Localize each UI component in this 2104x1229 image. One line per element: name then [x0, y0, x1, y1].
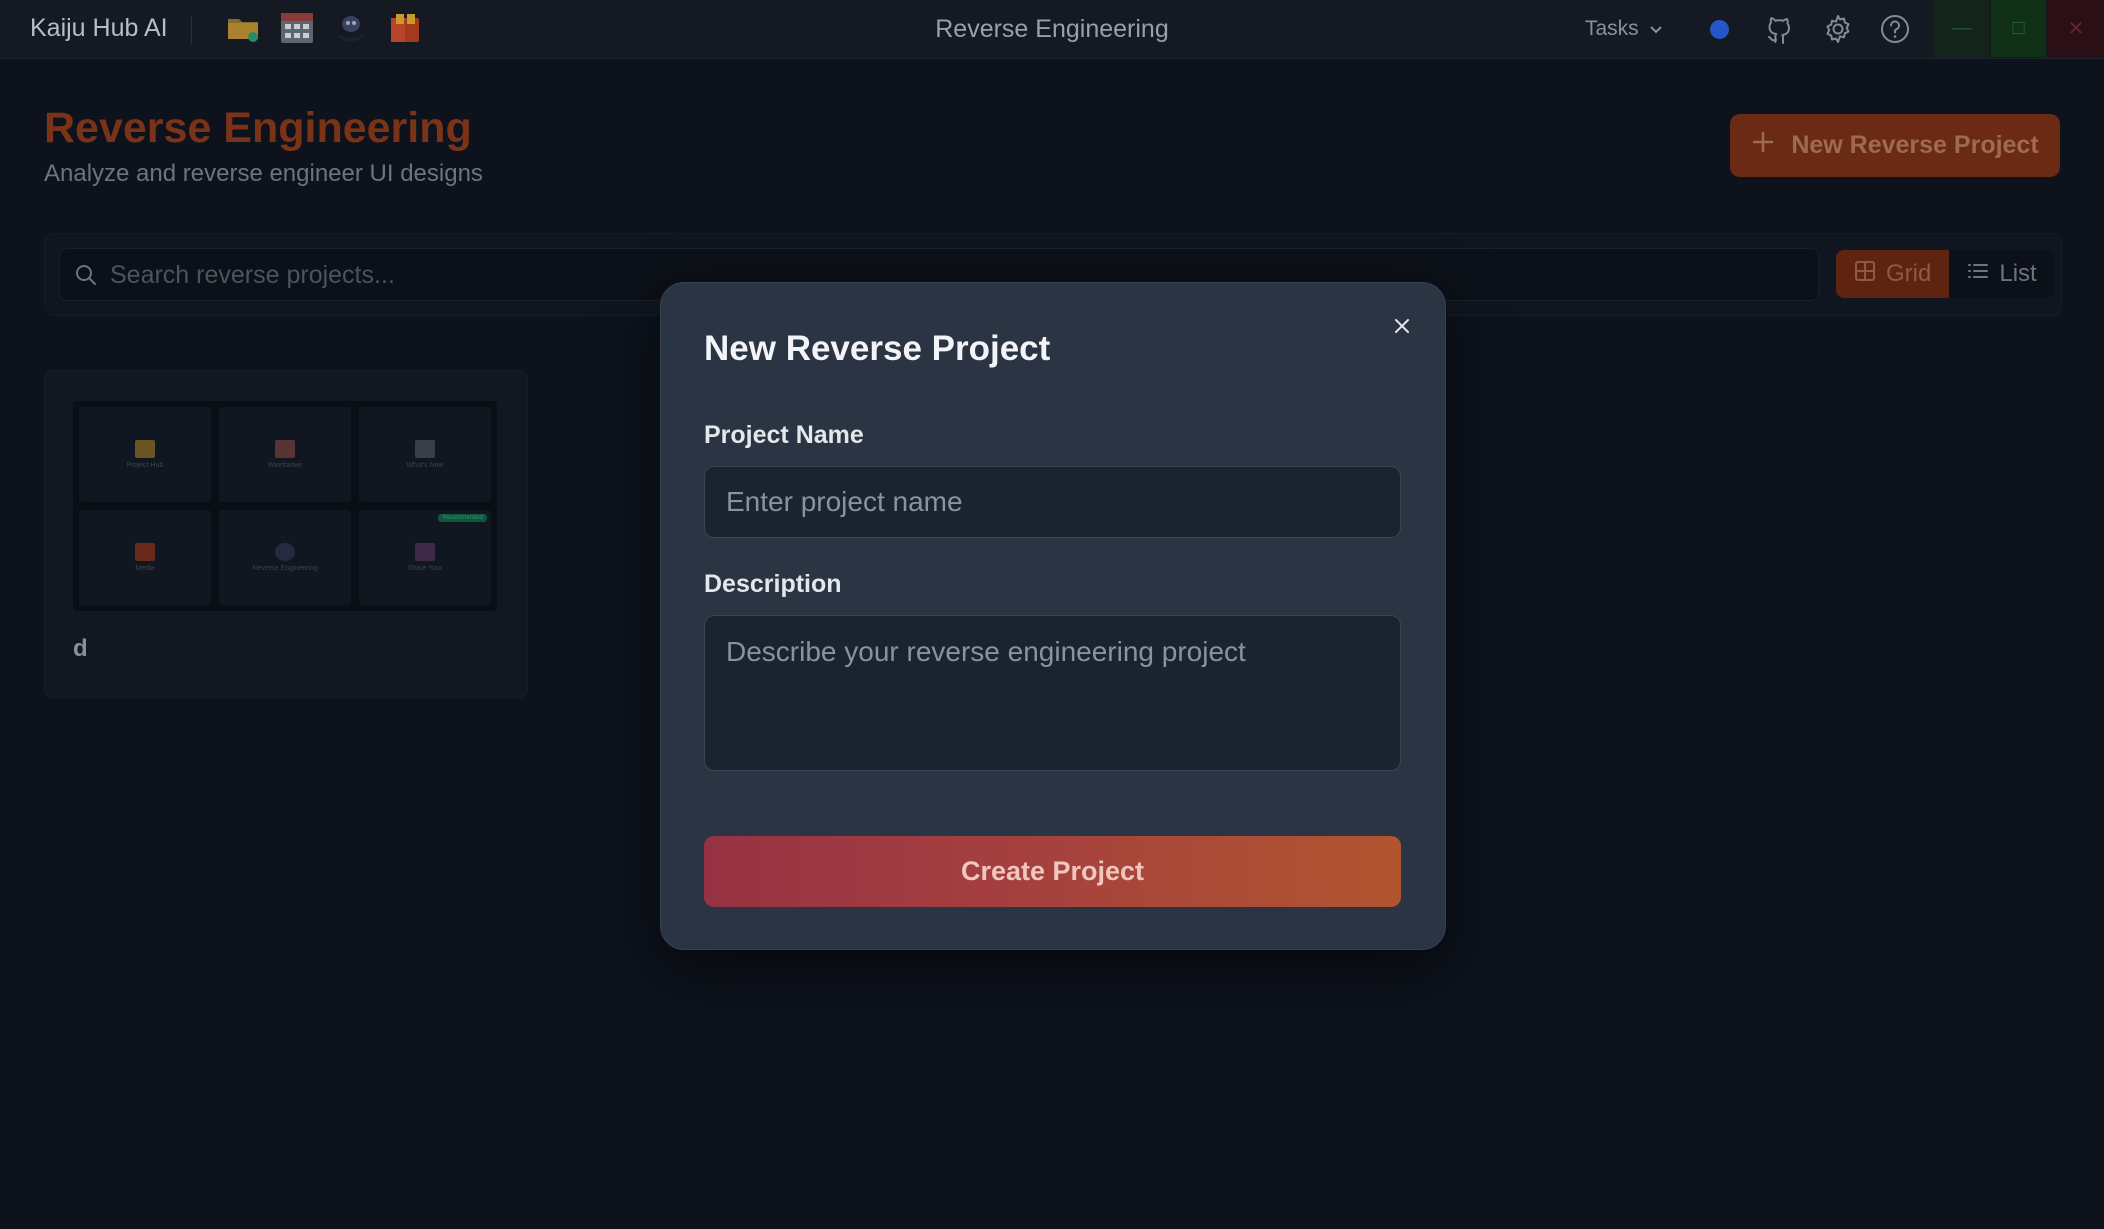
tile-label: Wireframer — [267, 462, 303, 469]
folder-icon[interactable] — [225, 10, 261, 46]
titlebar-divider — [191, 16, 192, 44]
newspaper-icon — [415, 440, 435, 458]
project-title: d — [73, 635, 88, 662]
tile-label: Share Your — [407, 565, 443, 572]
titlebar-shortcuts — [225, 10, 423, 46]
tasks-dropdown[interactable]: Tasks — [1585, 17, 1663, 41]
robot-icon[interactable] — [333, 10, 369, 46]
new-button-label: New Reverse Project — [1791, 131, 2039, 159]
search-icon — [74, 263, 98, 292]
book-icon — [135, 543, 155, 561]
create-project-button[interactable]: Create Project — [704, 836, 1401, 907]
close-window-button[interactable]: ✕ — [2048, 0, 2104, 57]
robot-icon — [275, 543, 295, 561]
book-icon[interactable] — [387, 10, 423, 46]
thumbnail-tile: Project Hub — [79, 407, 211, 502]
gear-icon[interactable] — [1822, 13, 1854, 45]
new-project-modal: New Reverse Project Project Name Descrip… — [660, 282, 1446, 950]
calendar-grid-icon — [275, 440, 295, 458]
tile-label: What's New — [406, 462, 444, 469]
party-icon — [415, 543, 435, 561]
page-title: Reverse Engineering — [44, 104, 472, 152]
calendar-grid-icon[interactable] — [279, 10, 315, 46]
list-view-label: List — [1999, 260, 2037, 287]
page-subtitle: Analyze and reverse engineer UI designs — [44, 160, 483, 187]
title-bar: Kaiju Hub AI Reverse Engineering Tasks —… — [0, 0, 2104, 59]
help-icon[interactable] — [1879, 13, 1911, 45]
grid-view-button[interactable]: Grid — [1836, 250, 1950, 298]
thumbnail-tile: Wireframer — [219, 407, 351, 502]
minimize-button[interactable]: — — [1934, 0, 1989, 57]
grid-icon — [1854, 260, 1876, 289]
github-icon[interactable] — [1765, 13, 1797, 45]
tasks-label: Tasks — [1585, 17, 1639, 40]
list-icon — [1967, 260, 1989, 289]
tile-label: Media — [135, 565, 155, 572]
close-icon[interactable] — [1387, 311, 1417, 341]
plus-icon — [1751, 130, 1775, 161]
tile-label: Project Hub — [126, 462, 164, 469]
list-view-button[interactable]: List — [1949, 250, 2054, 298]
tile-badge: Recommended — [438, 514, 487, 522]
chevron-down-icon — [1649, 17, 1663, 41]
thumbnail-tile: Recommended Share Your — [359, 510, 491, 605]
project-name-input[interactable] — [704, 466, 1401, 538]
description-label: Description — [704, 570, 842, 598]
app-name: Kaiju Hub AI — [30, 14, 168, 42]
thumbnail-tile: Reverse Engineering — [219, 510, 351, 605]
new-reverse-project-button[interactable]: New Reverse Project — [1730, 114, 2060, 177]
description-textarea[interactable] — [704, 615, 1401, 771]
view-toggle: Grid List — [1836, 250, 2055, 298]
thumbnail-tile: Media — [79, 510, 211, 605]
folder-icon — [135, 440, 155, 458]
project-card[interactable]: Project Hub Wireframer What's New Media … — [44, 370, 528, 698]
modal-title: New Reverse Project — [704, 329, 1051, 368]
grid-view-label: Grid — [1886, 260, 1932, 287]
project-thumbnail: Project Hub Wireframer What's New Media … — [73, 401, 497, 611]
status-indicator — [1710, 20, 1729, 39]
tile-label: Reverse Engineering — [252, 565, 318, 572]
project-name-label: Project Name — [704, 421, 864, 449]
thumbnail-tile: What's New — [359, 407, 491, 502]
maximize-button[interactable]: □ — [1991, 0, 2046, 57]
